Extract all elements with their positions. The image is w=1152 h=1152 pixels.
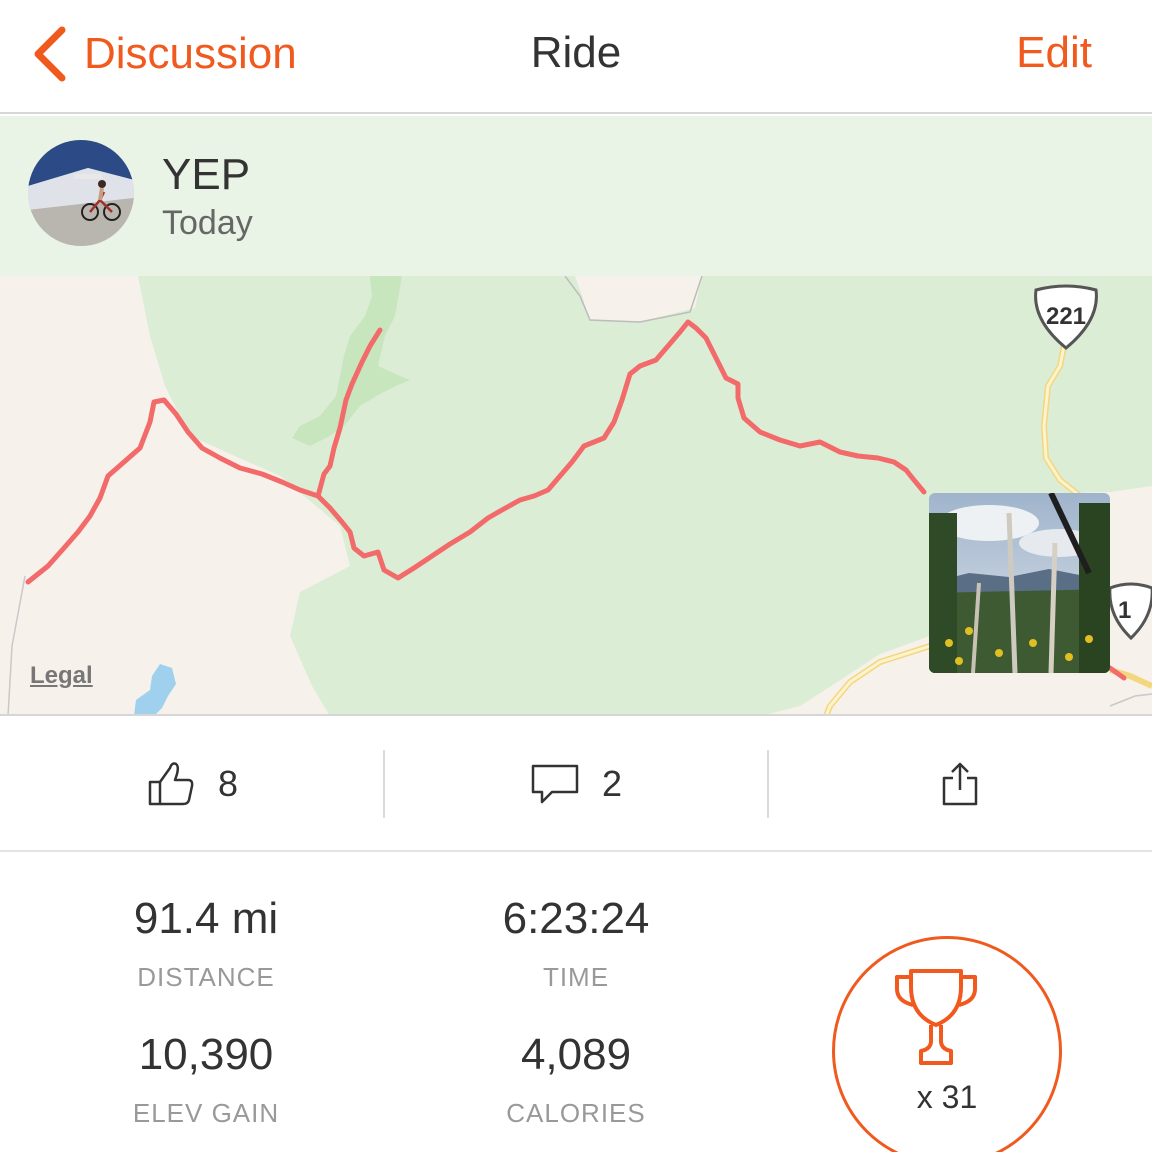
- stat-distance: 91.4 mi DISTANCE: [56, 894, 356, 993]
- athlete-name[interactable]: YEP: [162, 150, 250, 200]
- kudos-button[interactable]: 8: [0, 716, 384, 852]
- kudos-count: 8: [217, 763, 239, 804]
- highway-shield-icon: 1: [1108, 582, 1152, 641]
- share-icon: [942, 762, 978, 806]
- achievements-button[interactable]: x 31: [832, 936, 1062, 1152]
- calories-label: CALORIES: [506, 1098, 646, 1128]
- activity-photo[interactable]: [929, 493, 1110, 673]
- stat-time: 6:23:24 TIME: [426, 894, 726, 993]
- avatar[interactable]: [28, 140, 134, 246]
- avatar-image: [28, 140, 134, 246]
- edit-button[interactable]: Edit: [1016, 28, 1092, 78]
- back-label: Discussion: [84, 29, 297, 78]
- back-button[interactable]: Discussion: [30, 22, 297, 86]
- stat-calories: 4,089 CALORIES: [426, 1030, 726, 1129]
- legal-link[interactable]: Legal: [30, 662, 93, 690]
- time-value: 6:23:24: [502, 894, 650, 943]
- shield-number-1: 1: [1118, 597, 1131, 624]
- elev-gain-label: ELEV GAIN: [132, 1098, 280, 1128]
- nav-bar: Discussion Ride Edit: [0, 0, 1152, 114]
- stat-elev-gain: 10,390 ELEV GAIN: [56, 1030, 356, 1129]
- achievements-count: x 31: [916, 1079, 978, 1115]
- landscape-photo: [929, 493, 1110, 673]
- activity-stats: 91.4 mi DISTANCE 6:23:24 TIME 10,390 ELE…: [0, 854, 1152, 1152]
- share-button[interactable]: [768, 716, 1152, 852]
- activity-date: Today: [162, 204, 253, 242]
- social-actions-bar: 8 2: [0, 716, 1152, 852]
- highway-shield-icon: 221: [1034, 284, 1098, 350]
- shield-number-221: 221: [1046, 303, 1086, 330]
- time-label: TIME: [542, 962, 610, 992]
- comment-bubble-icon: [531, 764, 579, 804]
- thumbs-up-icon: [148, 762, 194, 806]
- activity-header: YEP Today: [0, 116, 1152, 276]
- trophy-icon: [895, 969, 977, 1065]
- distance-label: DISTANCE: [137, 962, 275, 992]
- route-map[interactable]: 221 1 Legal: [0, 276, 1152, 716]
- chevron-left-icon: [34, 26, 66, 82]
- calories-value: 4,089: [520, 1030, 632, 1079]
- comment-button[interactable]: 2: [384, 716, 768, 852]
- distance-value: 91.4 mi: [133, 894, 279, 943]
- page-title: Ride: [530, 28, 622, 77]
- comments-count: 2: [601, 763, 623, 804]
- elev-gain-value: 10,390: [138, 1030, 274, 1079]
